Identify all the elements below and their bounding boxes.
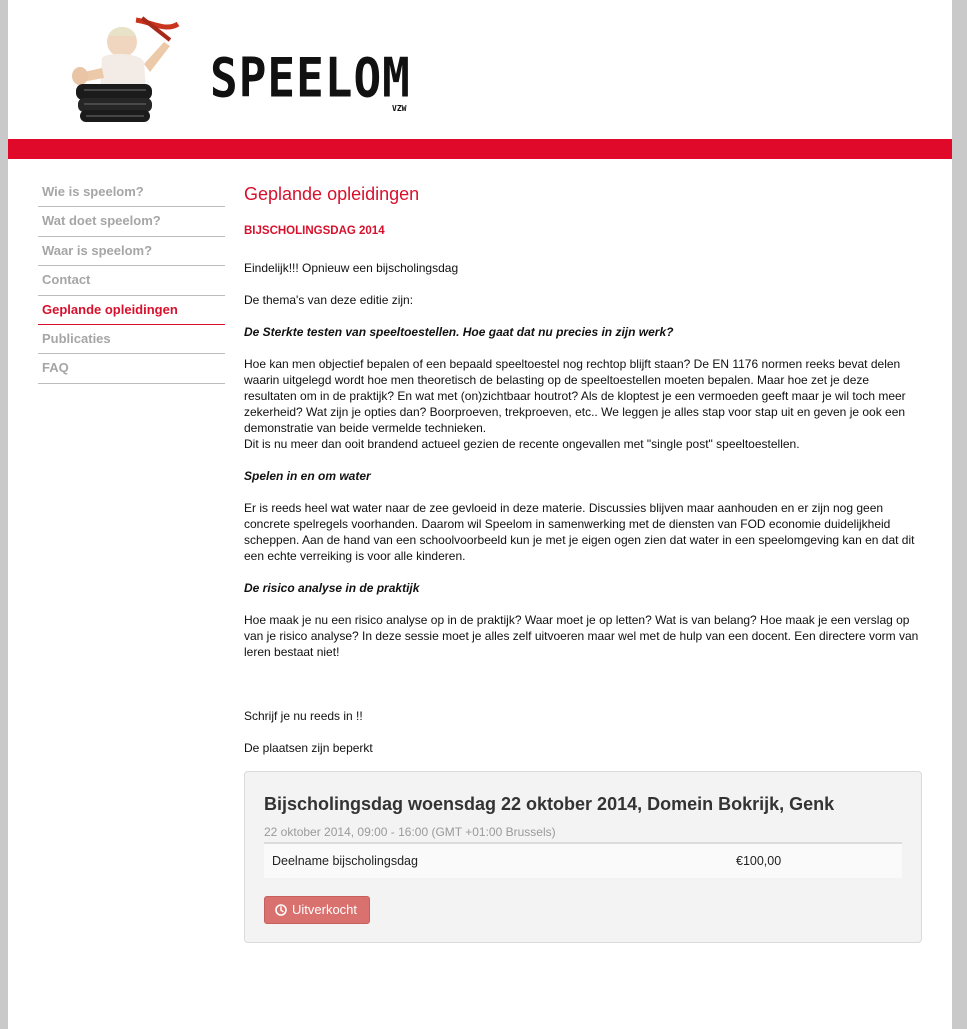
intro-text: Eindelijk!!! Opnieuw een bijscholingsdag — [244, 261, 459, 275]
themes-intro-text: De thema's van deze editie zijn: — [244, 293, 414, 307]
sidebar-item-geplande-opleidingen[interactable]: Geplande opleidingen — [38, 296, 225, 325]
theme1-paragraph: Hoe kan men objectief bepalen of een bep… — [244, 357, 906, 435]
section-subtitle: BIJSCHOLINGSDAG 2014 — [244, 225, 385, 237]
sidebar-nav: Wie is speelom? Wat doet speelom? Waar i… — [38, 178, 225, 384]
theme1-note: Dit is nu meer dan ooit brandend actueel… — [244, 437, 800, 451]
logo-vzw: VZW — [392, 104, 407, 113]
sidebar-item-wie-is-speelom[interactable]: Wie is speelom? — [38, 178, 225, 208]
logo-wordmark: SPEELOM — [210, 46, 411, 110]
signup-text: Schrijf je nu reeds in !! — [244, 709, 363, 723]
header-red-bar — [8, 139, 952, 159]
theme3-paragraph: Hoe maak je nu een risico analyse op in … — [244, 613, 919, 659]
sidebar-item-wat-doet-speelom[interactable]: Wat doet speelom? — [38, 207, 225, 237]
ticket-price: €100,00 — [736, 854, 782, 868]
theme3-title: De risico analyse in de praktijk — [244, 581, 420, 595]
event-datetime: 22 oktober 2014, 09:00 - 16:00 (GMT +01:… — [264, 825, 556, 839]
clock-icon — [275, 904, 287, 916]
page-title: Geplande opleidingen — [244, 184, 420, 204]
sold-out-button-label: Uitverkocht — [292, 902, 358, 917]
theme2-title: Spelen in en om water — [244, 469, 371, 483]
site-header: SPEELOM VZW — [8, 0, 952, 139]
theme1-title: De Sterkte testen van speeltoestellen. H… — [244, 325, 674, 339]
theme1-paragraph-group: Hoe kan men objectief bepalen of een bep… — [244, 356, 924, 452]
limited-text: De plaatsen zijn beperkt — [244, 741, 373, 755]
sidebar-item-faq[interactable]: FAQ — [38, 354, 225, 384]
sold-out-button[interactable]: Uitverkocht — [264, 896, 371, 924]
ticket-name: Deelname bijscholingsdag — [272, 854, 418, 868]
event-box: Bijscholingsdag woensdag 22 oktober 2014… — [244, 771, 922, 943]
logo-child-swing-photo — [72, 16, 180, 122]
main-content: Geplande opleidingen BIJSCHOLINGSDAG 201… — [244, 182, 924, 772]
event-title: Bijscholingsdag woensdag 22 oktober 2014… — [264, 794, 835, 814]
sidebar-item-publicaties[interactable]: Publicaties — [38, 325, 225, 355]
theme2-paragraph: Er is reeds heel wat water naar de zee g… — [244, 501, 915, 563]
sidebar-item-waar-is-speelom[interactable]: Waar is speelom? — [38, 237, 225, 267]
page: SPEELOM VZW Wie is speelom? Wat doet spe… — [8, 0, 952, 1029]
sidebar-item-contact[interactable]: Contact — [38, 266, 225, 296]
ticket-row: Deelname bijscholingsdag €100,00 — [264, 842, 902, 878]
